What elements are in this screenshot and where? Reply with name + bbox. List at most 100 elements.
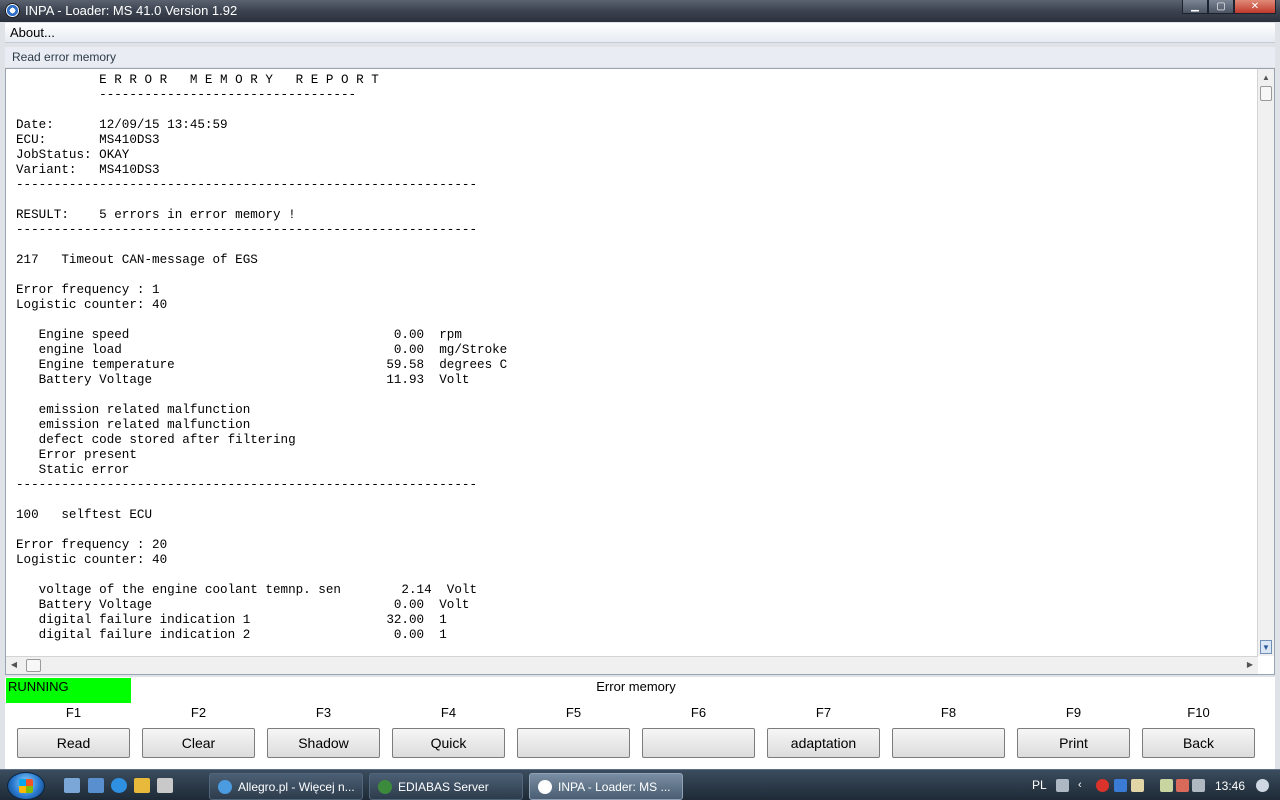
- fkey-button-f10[interactable]: Back: [1142, 728, 1255, 758]
- report-line: Engine speed 0.00 rpm: [16, 328, 462, 342]
- report-line: 100 selftest ECU: [16, 508, 153, 522]
- function-key-bar: F1 Read F2 Clear F3 Shadow F4 Quick F5 F6 F7 adapta…: [5, 703, 1275, 769]
- volume-icon[interactable]: [1192, 779, 1205, 792]
- power-icon[interactable]: [1176, 779, 1189, 792]
- windows-taskbar: Allegro.pl - Więcej n... EDIABAS Server IN…: [0, 769, 1280, 800]
- report-line: Logistic counter: 40: [16, 298, 168, 312]
- report-line: Error present: [16, 448, 137, 462]
- report-line: emission related malfunction: [16, 403, 251, 417]
- error-memory-report[interactable]: E R R O R M E M O R Y R E P O R T ------…: [5, 68, 1275, 675]
- window-title-bar[interactable]: INPA - Loader: MS 41.0 Version 1.92 ▁ ▢ …: [0, 0, 1280, 22]
- clock[interactable]: 13:46: [1215, 779, 1245, 793]
- vertical-scroll-thumb[interactable]: [1260, 86, 1272, 101]
- report-line: emission related malfunction: [16, 418, 251, 432]
- report-line: RESULT: 5 errors in error memory !: [16, 208, 296, 222]
- fkey-label-f5: F5: [565, 705, 582, 720]
- fkey-button-f4[interactable]: Quick: [392, 728, 505, 758]
- report-line: [16, 388, 1246, 403]
- report-line: [16, 238, 1246, 253]
- report-line: E R R O R M E M O R Y R E P O R T: [16, 73, 379, 87]
- close-button[interactable]: ✕: [1234, 0, 1276, 14]
- start-button[interactable]: [7, 772, 45, 800]
- fkey-button-f9[interactable]: Print: [1017, 728, 1130, 758]
- chevron-left-icon[interactable]: ‹: [1078, 779, 1091, 792]
- fkey-button-f2[interactable]: Clear: [142, 728, 255, 758]
- fkey-button-f5[interactable]: [517, 728, 630, 758]
- report-line: ----------------------------------------…: [16, 478, 478, 492]
- horizontal-scroll-thumb[interactable]: [26, 659, 41, 672]
- report-line: digital failure indication 1 32.00 1: [16, 613, 447, 627]
- fkey-button-f3[interactable]: Shadow: [267, 728, 380, 758]
- report-line: Battery Voltage 11.93 Volt: [16, 373, 470, 387]
- fkey-button-f6[interactable]: [642, 728, 755, 758]
- report-line: Date: 12/09/15 13:45:59: [16, 118, 228, 132]
- scroll-left-icon[interactable]: ◀: [8, 659, 20, 671]
- status-row: RUNNING Error memory: [5, 677, 1275, 703]
- bmw-logo-icon: [5, 3, 20, 18]
- menu-bar: About...: [5, 23, 1275, 43]
- report-line: [16, 313, 1246, 328]
- report-line: voltage of the engine coolant temnp. sen…: [16, 583, 478, 597]
- fkey-label-f6: F6: [690, 705, 707, 720]
- folder-icon[interactable]: [1131, 779, 1144, 792]
- taskbar-button-label: INPA - Loader: MS ...: [558, 780, 671, 794]
- internet-explorer-icon[interactable]: [111, 778, 127, 793]
- keyboard-icon[interactable]: [1056, 779, 1069, 792]
- fkey-button-f1[interactable]: Read: [17, 728, 130, 758]
- system-tray: PL ‹ 13:46: [1030, 770, 1280, 800]
- language-indicator[interactable]: PL: [1032, 778, 1047, 792]
- fkey-label-f10: F10: [1187, 705, 1210, 720]
- window-controls: ▁ ▢ ✕: [1182, 0, 1276, 14]
- report-line: ----------------------------------------…: [16, 178, 478, 192]
- taskbar-button-label: Allegro.pl - Więcej n...: [238, 780, 355, 794]
- report-line: [16, 103, 1246, 118]
- window-title: INPA - Loader: MS 41.0 Version 1.92: [25, 3, 238, 18]
- fkey-label-f3: F3: [315, 705, 332, 720]
- minimize-button[interactable]: ▁: [1182, 0, 1208, 14]
- report-line: 217 Timeout CAN-message of EGS: [16, 253, 258, 267]
- report-line: Error frequency : 20: [16, 538, 168, 552]
- network-icon[interactable]: [1114, 779, 1127, 792]
- security-alert-icon[interactable]: [1096, 779, 1109, 792]
- report-line: [16, 493, 1246, 508]
- report-line: Variant: MS410DS3: [16, 163, 160, 177]
- report-line: Battery Voltage 0.00 Volt: [16, 598, 470, 612]
- scroll-right-icon[interactable]: ▶: [1244, 659, 1256, 671]
- vertical-scrollbar[interactable]: ▲ ▼: [1257, 69, 1274, 656]
- calculator-icon[interactable]: [157, 778, 173, 793]
- report-line: ----------------------------------------…: [16, 223, 478, 237]
- fkey-label-f8: F8: [940, 705, 957, 720]
- windows-logo-icon: [19, 779, 33, 793]
- report-line: JobStatus: OKAY: [16, 148, 130, 162]
- weather-icon[interactable]: [1256, 779, 1269, 792]
- report-line: defect code stored after filtering: [16, 433, 296, 447]
- report-line: ----------------------------------: [16, 88, 357, 102]
- menu-about[interactable]: About...: [10, 25, 55, 40]
- fkey-button-f7[interactable]: adaptation: [767, 728, 880, 758]
- fkey-label-f4: F4: [440, 705, 457, 720]
- report-line: ECU: MS410DS3: [16, 133, 160, 147]
- fkey-label-f1: F1: [65, 705, 82, 720]
- maximize-button[interactable]: ▢: [1208, 0, 1234, 14]
- report-line: Logistic counter: 40: [16, 553, 168, 567]
- scroll-up-icon[interactable]: ▲: [1260, 71, 1272, 85]
- taskbar-button[interactable]: INPA - Loader: MS ...: [529, 773, 683, 800]
- switch-windows-icon[interactable]: [88, 778, 104, 793]
- horizontal-scrollbar[interactable]: ◀ ▶: [6, 656, 1258, 674]
- report-line: Error frequency : 1: [16, 283, 160, 297]
- report-line: engine load 0.00 mg/Stroke: [16, 343, 508, 357]
- report-content: E R R O R M E M O R Y R E P O R T ------…: [16, 73, 1246, 655]
- taskbar-button[interactable]: Allegro.pl - Więcej n...: [209, 773, 363, 800]
- report-line: Engine temperature 59.58 degrees C: [16, 358, 508, 372]
- report-line: [16, 268, 1246, 283]
- fkey-label-f9: F9: [1065, 705, 1082, 720]
- taskbar-button[interactable]: EDIABAS Server: [369, 773, 523, 800]
- scroll-down-icon[interactable]: ▼: [1260, 640, 1272, 654]
- battery-icon[interactable]: [1160, 779, 1173, 792]
- report-line: Static error: [16, 463, 130, 477]
- status-title: Error memory: [596, 679, 676, 694]
- show-desktop-icon[interactable]: [64, 778, 80, 793]
- report-line: digital failure indication 2 0.00 1: [16, 628, 447, 642]
- fkey-button-f8[interactable]: [892, 728, 1005, 758]
- media-player-icon[interactable]: [134, 778, 150, 793]
